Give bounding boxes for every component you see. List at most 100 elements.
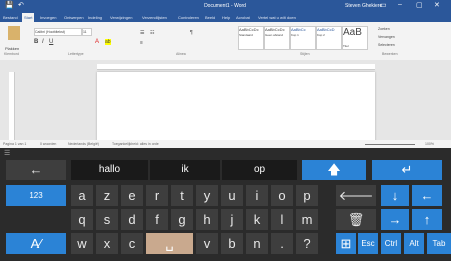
key-r[interactable]: r	[146, 185, 168, 206]
windows-key[interactable]: ⊞	[336, 233, 356, 254]
language-key[interactable]: A⁄	[6, 233, 66, 254]
arrow-left-key[interactable]: 🡐	[336, 185, 376, 206]
key-z[interactable]: z	[96, 185, 118, 206]
paste-icon[interactable]	[8, 26, 20, 40]
suggestion-1[interactable]: hallo	[71, 160, 148, 180]
key-e[interactable]: e	[121, 185, 143, 206]
suggestion-2[interactable]: ik	[150, 160, 220, 180]
find-button[interactable]: Zoeken	[378, 27, 390, 31]
style-title-preview: AaB	[343, 27, 362, 38]
font-name-select[interactable]: Calibri (Hoofdtekst)	[34, 28, 82, 36]
key-question[interactable]: ?	[296, 233, 318, 254]
key-n[interactable]: n	[246, 233, 268, 254]
save-icon[interactable]: 💾	[5, 1, 14, 9]
key-q[interactable]: q	[71, 209, 93, 230]
key-b[interactable]: b	[221, 233, 243, 254]
tab-references[interactable]: Verwijzingen	[110, 15, 132, 20]
delete-key[interactable]: 🗑	[336, 209, 376, 230]
key-o[interactable]: o	[271, 185, 293, 206]
enter-key[interactable]: ↵	[372, 160, 442, 180]
arrow-down-key[interactable]: ↓	[381, 185, 409, 206]
tab-help[interactable]: Help	[222, 15, 230, 20]
replace-button[interactable]: Vervangen	[378, 35, 395, 39]
font-size-select[interactable]: 11	[82, 28, 92, 36]
style-heading1[interactable]: AaBbCc Kop 1	[290, 26, 316, 50]
key-y[interactable]: y	[196, 185, 218, 206]
zoom-level[interactable]: 100%	[425, 142, 434, 146]
key-g[interactable]: g	[171, 209, 193, 230]
key-x[interactable]: x	[96, 233, 118, 254]
shift-up-key[interactable]: 🡅	[302, 160, 366, 180]
tab-mailings[interactable]: Verzendlijsten	[142, 15, 167, 20]
font-color-button[interactable]: A	[95, 39, 99, 45]
zoom-slider[interactable]	[365, 144, 415, 145]
ribbon-display-button[interactable]: ▭	[380, 1, 387, 9]
style-nospacing-preview: AaBbCcDc	[265, 27, 285, 32]
document-page[interactable]	[97, 72, 375, 144]
backspace-key[interactable]: ←	[6, 160, 66, 180]
tab-acrobat[interactable]: Acrobat	[236, 15, 250, 20]
suggestion-3[interactable]: op	[222, 160, 297, 180]
key-v[interactable]: v	[196, 233, 218, 254]
alt-key[interactable]: Alt	[404, 233, 424, 254]
key-s[interactable]: s	[96, 209, 118, 230]
key-w[interactable]: w	[71, 233, 93, 254]
vertical-ruler[interactable]	[9, 72, 15, 140]
key-p[interactable]: p	[296, 185, 318, 206]
tab-design[interactable]: Ontwerpen	[64, 15, 84, 20]
word-count[interactable]: 0 woorden	[40, 142, 56, 146]
language[interactable]: Nederlands (België)	[68, 142, 99, 146]
close-button[interactable]: ✕	[434, 1, 440, 9]
maximize-button[interactable]: ▢	[416, 1, 423, 9]
key-t[interactable]: t	[171, 185, 193, 206]
esc-key[interactable]: Esc	[358, 233, 378, 254]
key-f[interactable]: f	[146, 209, 168, 230]
tab-key[interactable]: Tab	[427, 233, 451, 254]
style-title[interactable]: AaB Titel	[342, 26, 368, 50]
tab-home[interactable]: Start	[22, 13, 35, 22]
bullets-button[interactable]: ☰	[140, 30, 144, 36]
arrow-up-key[interactable]: ↑	[412, 209, 442, 230]
tab-review[interactable]: Controleren	[178, 15, 199, 20]
key-d[interactable]: d	[121, 209, 143, 230]
numbers-key[interactable]: 123	[6, 185, 66, 206]
key-period[interactable]: .	[271, 233, 293, 254]
minimize-button[interactable]: –	[398, 1, 402, 8]
style-nospacing-label: Geen afstand	[265, 33, 284, 37]
highlight-button[interactable]: ab	[105, 39, 111, 45]
underline-button[interactable]: U	[49, 39, 53, 45]
align-left-button[interactable]: ≡	[140, 40, 143, 46]
undo-icon[interactable]: ↶	[18, 1, 24, 9]
key-m[interactable]: m	[296, 209, 318, 230]
arrow-left-blue-key[interactable]: ←	[412, 185, 442, 206]
space-key[interactable]: ␣	[146, 233, 193, 254]
key-k[interactable]: k	[246, 209, 268, 230]
key-a[interactable]: a	[71, 185, 93, 206]
tab-view[interactable]: Beeld	[205, 15, 215, 20]
page-count[interactable]: Pagina 1 van 1	[3, 142, 26, 146]
tell-me-search[interactable]: Vertel wat u wilt doen	[258, 15, 296, 20]
tab-layout[interactable]: Indeling	[88, 15, 102, 20]
key-c[interactable]: c	[121, 233, 143, 254]
key-j[interactable]: j	[221, 209, 243, 230]
key-h[interactable]: h	[196, 209, 218, 230]
tab-file[interactable]: Bestand	[3, 15, 18, 20]
italic-button[interactable]: I	[42, 39, 44, 45]
numbering-button[interactable]: ☷	[150, 30, 154, 36]
key-u[interactable]: u	[221, 185, 243, 206]
accessibility-status[interactable]: Toegankelijkheid: alles in orde	[112, 142, 159, 146]
style-normal[interactable]: AaBbCcDc Standaard	[238, 26, 264, 50]
style-heading2[interactable]: AaBbCcD Kop 2	[316, 26, 342, 50]
pilcrow-icon[interactable]: ¶	[190, 30, 193, 36]
key-l[interactable]: l	[271, 209, 293, 230]
keyboard-menu-icon[interactable]: ☰	[4, 149, 10, 157]
select-button[interactable]: Selecteren	[378, 43, 395, 47]
tab-insert[interactable]: Invoegen	[40, 15, 56, 20]
arrow-right-key[interactable]: →	[381, 209, 409, 230]
user-name[interactable]: Steven Ghekiere	[345, 3, 382, 9]
ctrl-key[interactable]: Ctrl	[381, 233, 401, 254]
style-no-spacing[interactable]: AaBbCcDc Geen afstand	[264, 26, 290, 50]
horizontal-ruler[interactable]	[97, 64, 375, 70]
key-i[interactable]: i	[246, 185, 268, 206]
bold-button[interactable]: B	[34, 39, 38, 45]
